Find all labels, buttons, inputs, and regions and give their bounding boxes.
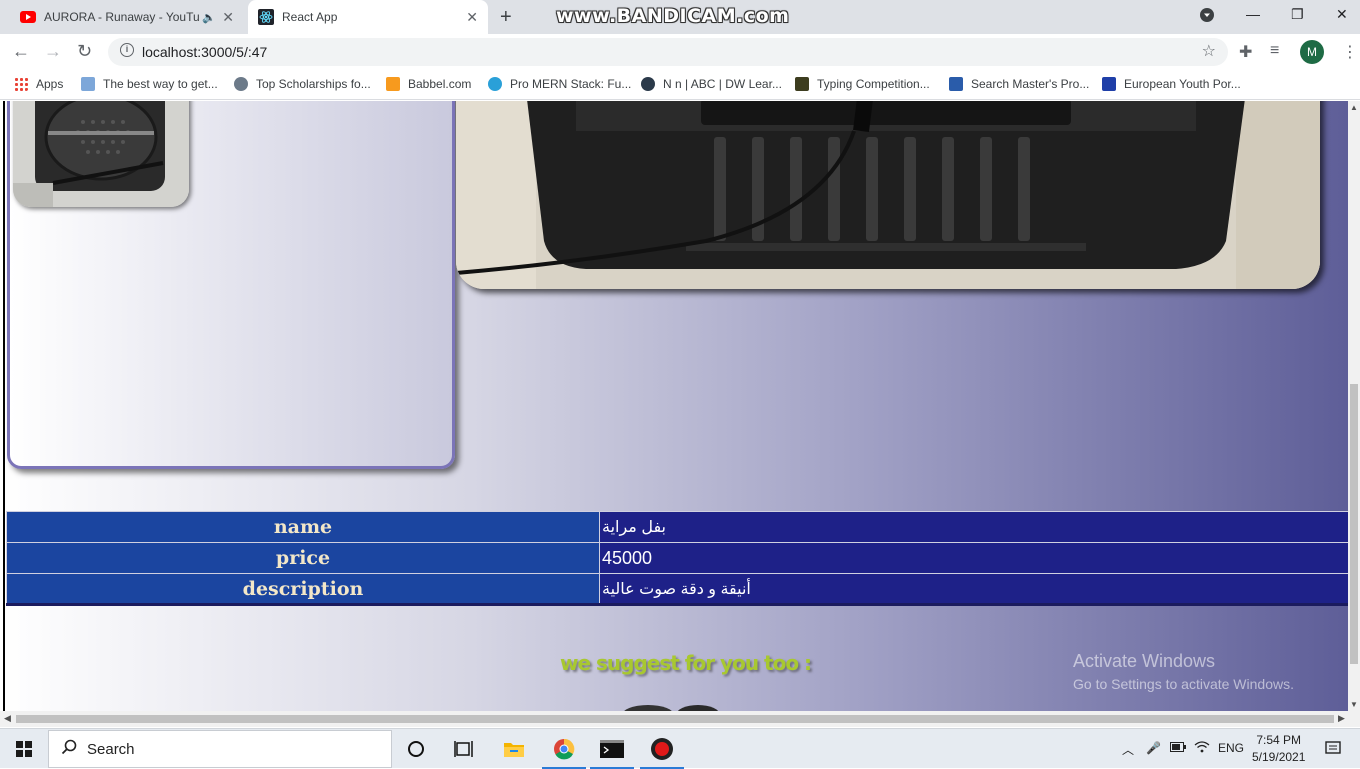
minimize-button[interactable]: —	[1246, 6, 1260, 22]
windows-taskbar: Search ︿ 🎤 ENG 7:54 PM 5/19/2021	[0, 728, 1360, 769]
close-tab-icon[interactable]: ✕	[222, 9, 234, 26]
bookmark-mern[interactable]: Pro MERN Stack: Fu...	[488, 77, 631, 91]
scroll-up-icon[interactable]: ▲	[1350, 103, 1358, 112]
battery-icon[interactable]	[1170, 741, 1186, 755]
mern-icon	[488, 77, 502, 91]
restore-button[interactable]: ❐	[1291, 6, 1304, 23]
browser-tab-strip: AURORA - Runaway - YouTu 🔈 ✕ React App ✕…	[0, 0, 1360, 34]
new-tab-button[interactable]: +	[500, 6, 512, 29]
field-value-name: بفل مراية	[599, 511, 1348, 543]
terminal-icon[interactable]	[590, 737, 634, 769]
scroll-right-icon[interactable]: ▶	[1338, 713, 1345, 724]
bandicam-record-icon[interactable]	[640, 737, 684, 769]
address-bar[interactable]: i localhost:3000/5/:47 ☆	[108, 38, 1228, 66]
product-thumbnail-image[interactable]	[13, 101, 189, 207]
eu-flag-icon	[1102, 77, 1116, 91]
dw-icon	[641, 77, 655, 91]
clock-time: 7:54 PM	[1256, 733, 1302, 747]
language-indicator[interactable]: ENG	[1218, 741, 1244, 755]
windows-activation-watermark: Activate Windows Go to Settings to activ…	[1073, 651, 1294, 692]
field-value-description: أنيقة و دقة صوت عالية	[599, 573, 1348, 605]
taskbar-clock[interactable]: 7:54 PM 5/19/2021	[1252, 732, 1305, 766]
product-details-table: name بفل مراية price 45000 description أ…	[6, 511, 1348, 606]
bookmark-babbel[interactable]: Babbel.com	[386, 77, 471, 91]
media-control-icon[interactable]: ≡	[1270, 42, 1279, 60]
table-row: name بفل مراية	[6, 511, 1348, 543]
taskbar-search-box[interactable]: Search	[48, 730, 392, 768]
bookmark-apps[interactable]: Apps	[14, 77, 63, 91]
horizontal-scroll-thumb[interactable]	[16, 715, 1334, 723]
chrome-taskbar-icon[interactable]	[542, 737, 586, 769]
back-button[interactable]: ←	[12, 41, 30, 62]
toefl-icon	[81, 77, 95, 91]
table-row: description أنيقة و دقة صوت عالية	[6, 573, 1348, 605]
masters-icon	[949, 77, 963, 91]
wifi-icon[interactable]	[1194, 741, 1210, 756]
url-text[interactable]: localhost:3000/5/:47	[142, 44, 267, 60]
bookmark-toefl[interactable]: The best way to get...	[81, 77, 218, 91]
horizontal-scrollbar[interactable]: ◀ ▶	[0, 711, 1360, 727]
reload-button[interactable]: ↻	[77, 41, 92, 62]
close-window-button[interactable]: ✕	[1336, 6, 1348, 23]
product-main-image[interactable]	[456, 101, 1320, 289]
field-label-price: price	[6, 542, 600, 574]
clock-date: 5/19/2021	[1252, 750, 1306, 764]
field-label-name: name	[6, 511, 600, 543]
apps-grid-icon	[14, 77, 28, 91]
bookmark-star-icon[interactable]: ☆	[1202, 41, 1216, 61]
toolbar: ← → ↻ i localhost:3000/5/:47 ☆	[0, 34, 1360, 70]
react-icon	[258, 9, 274, 25]
chrome-menu-icon[interactable]: ⋮	[1342, 42, 1358, 62]
vertical-scroll-thumb[interactable]	[1350, 384, 1358, 664]
notifications-icon[interactable]	[1325, 740, 1341, 759]
cortana-icon[interactable]	[404, 737, 428, 761]
bookmark-european-youth[interactable]: European Youth Por...	[1102, 77, 1241, 91]
scroll-down-icon[interactable]: ▼	[1350, 700, 1358, 709]
tab-title: React App	[282, 10, 338, 24]
extensions-puzzle-icon[interactable]: ✚	[1239, 42, 1252, 62]
file-explorer-icon[interactable]	[502, 737, 526, 761]
vertical-scrollbar[interactable]: ▲ ▼	[1348, 101, 1360, 711]
babbel-icon	[386, 77, 400, 91]
tab-search-icon[interactable]	[1200, 8, 1214, 25]
forward-button[interactable]: →	[44, 41, 62, 62]
page-left-border	[3, 101, 5, 711]
suggestions-heading: we suggest for you too :	[560, 651, 812, 675]
suggested-item-image[interactable]	[618, 701, 728, 711]
recording-watermark: www.BANDICAM.com	[556, 5, 790, 27]
activation-subtitle: Go to Settings to activate Windows.	[1073, 676, 1294, 692]
close-tab-icon[interactable]: ✕	[466, 9, 478, 26]
windows-start-icon[interactable]	[16, 741, 32, 757]
activation-title: Activate Windows	[1073, 651, 1216, 671]
microphone-icon[interactable]: 🎤	[1146, 741, 1161, 755]
profile-avatar[interactable]: M	[1300, 40, 1324, 64]
tab-title: AURORA - Runaway - YouTu	[44, 10, 200, 24]
table-row: price 45000	[6, 542, 1348, 574]
page-content: name بفل مراية price 45000 description أ…	[0, 101, 1348, 711]
typing-icon	[795, 77, 809, 91]
search-placeholder: Search	[87, 740, 135, 758]
youtube-icon	[20, 9, 36, 25]
bookmark-dw[interactable]: N n | ABC | DW Lear...	[641, 77, 782, 91]
field-value-price: 45000	[599, 542, 1348, 574]
scholarship-icon	[234, 77, 248, 91]
task-view-icon[interactable]	[452, 737, 476, 761]
bookmark-masters[interactable]: Search Master's Pro...	[949, 77, 1089, 91]
search-icon	[61, 739, 77, 760]
bookmark-typing[interactable]: Typing Competition...	[795, 77, 930, 91]
bookmarks-bar: Apps The best way to get... Top Scholars…	[0, 70, 1360, 100]
tab-react-app[interactable]: React App ✕	[248, 0, 488, 34]
speaker-icon[interactable]: 🔈	[202, 11, 216, 24]
scroll-left-icon[interactable]: ◀	[4, 713, 11, 724]
show-hidden-icons-chevron-icon[interactable]: ︿	[1122, 741, 1134, 758]
site-info-icon[interactable]: i	[120, 43, 134, 57]
tab-youtube[interactable]: AURORA - Runaway - YouTu 🔈 ✕	[12, 0, 244, 34]
field-label-description: description	[6, 573, 600, 605]
bookmark-scholarships[interactable]: Top Scholarships fo...	[234, 77, 371, 91]
